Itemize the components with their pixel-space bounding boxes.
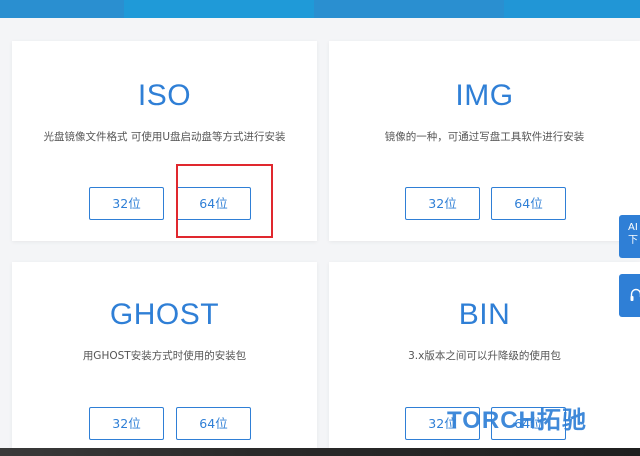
card-iso: ISO 光盘镜像文件格式 可使用U盘启动盘等方式进行安装 32位 64位 <box>12 41 317 241</box>
download-64bit-button[interactable]: 64位 <box>176 407 251 440</box>
card-title: GHOST <box>109 298 220 331</box>
download-64bit-button[interactable]: 64位 <box>176 187 251 220</box>
card-img: IMG 镜像的一种，可通过写盘工具软件进行安装 32位 64位 <box>329 41 640 241</box>
banner-segment <box>504 0 640 18</box>
bottom-dark-bar <box>0 448 640 456</box>
card-title: IMG <box>455 79 514 112</box>
download-32bit-button[interactable]: 32位 <box>89 407 164 440</box>
card-description: 用GHOST安装方式时使用的安装包 <box>82 350 247 362</box>
top-banner-strip <box>0 0 640 18</box>
torch-watermark-logo: TORCH拓驰 <box>447 407 587 434</box>
banner-segment <box>314 0 504 18</box>
download-32bit-button[interactable]: 32位 <box>89 187 164 220</box>
download-32bit-button[interactable]: 32位 <box>405 187 480 220</box>
card-title: ISO <box>137 79 192 112</box>
side-contact-tab[interactable] <box>619 274 640 317</box>
card-ghost: GHOST 用GHOST安装方式时使用的安装包 32位 64位 <box>12 262 317 448</box>
card-description: 镜像的一种，可通过写盘工具软件进行安装 <box>384 131 585 143</box>
card-description: 光盘镜像文件格式 可使用U盘启动盘等方式进行安装 <box>43 131 286 143</box>
card-title: BIN <box>458 298 511 331</box>
card-description: 3.x版本之间可以升降级的使用包 <box>408 350 561 362</box>
download-64bit-button[interactable]: 64位 <box>491 187 566 220</box>
headset-icon <box>630 287 640 307</box>
banner-segment <box>0 0 124 18</box>
side-download-tab[interactable]: AI 下 <box>619 215 640 258</box>
banner-segment <box>124 0 314 18</box>
